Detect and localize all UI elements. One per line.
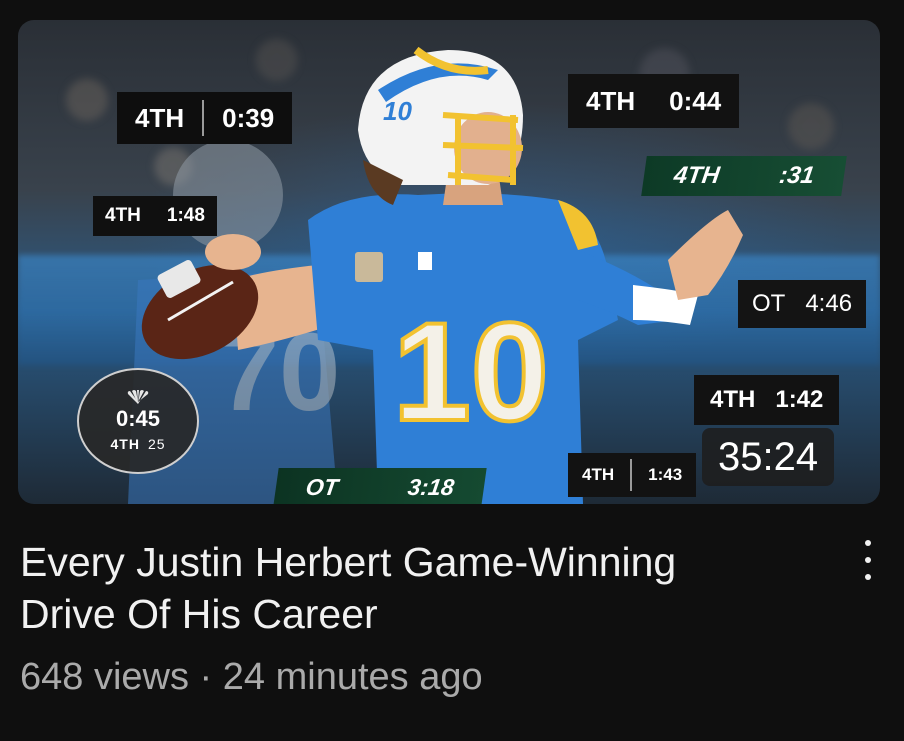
nbc-score-bug: 0:45 4TH 25 <box>77 368 199 474</box>
more-vertical-icon[interactable] <box>858 540 878 580</box>
scoreboard-clock: 3:18 <box>406 473 456 500</box>
scoreboard-clock: 0:39 <box>222 102 275 133</box>
svg-text:10: 10 <box>383 96 412 126</box>
nbc-quarter-row: 4TH 25 <box>110 436 165 452</box>
more-dot <box>865 574 871 580</box>
nbc-quarter: 4TH <box>110 436 140 452</box>
video-duration-badge: 35:24 <box>702 428 835 486</box>
scoreboard-ot-446: OT 4:46 <box>738 280 867 328</box>
scoreboard-quarter: 4TH <box>672 162 722 189</box>
scoreboard-quarter: 4TH <box>710 386 756 413</box>
scoreboard-4th-142: 4TH 1:42 <box>694 375 840 425</box>
nbc-peacock-icon <box>127 390 149 404</box>
scoreboard-quarter: OT <box>752 290 786 317</box>
scoreboard-divider <box>630 459 633 491</box>
scoreboard-4th-039: 4TH 0:39 <box>117 92 293 144</box>
scoreboard-quarter: 4TH <box>105 205 141 226</box>
nbc-play-clock: 25 <box>147 436 166 452</box>
scoreboard-4th-148: 4TH 1:48 <box>93 196 217 236</box>
scoreboard-ot-318: OT 3:18 <box>273 468 487 504</box>
scoreboard-clock: 4:46 <box>805 290 853 317</box>
scoreboard-clock: 1:42 <box>775 386 824 413</box>
view-count: 648 views <box>20 656 189 698</box>
scoreboard-4th-143: 4TH 1:43 <box>568 453 697 497</box>
more-dot <box>865 557 871 563</box>
scoreboard-quarter: 4TH <box>586 85 636 116</box>
svg-text:10: 10 <box>393 293 549 450</box>
scoreboard-4th-031: 4TH :31 <box>641 156 847 196</box>
upload-time: 24 minutes ago <box>222 656 483 698</box>
scoreboard-clock: 1:48 <box>166 205 205 226</box>
video-title[interactable]: Every Justin Herbert Game-Winning Drive … <box>20 536 740 640</box>
more-dot <box>865 540 871 546</box>
scoreboard-divider <box>202 100 205 136</box>
scoreboard-4th-044: 4TH 0:44 <box>568 74 740 128</box>
scoreboard-quarter: 4TH <box>135 102 185 133</box>
scoreboard-clock: :31 <box>777 162 816 189</box>
nbc-game-clock: 0:45 <box>115 406 161 431</box>
video-metadata: 648 views · 24 minutes ago <box>20 656 483 699</box>
scoreboard-clock: 1:43 <box>648 465 683 484</box>
meta-separator: · <box>199 656 223 698</box>
scoreboard-quarter: OT <box>304 473 340 500</box>
scoreboard-quarter: 4TH <box>582 465 615 484</box>
scoreboard-clock: 0:44 <box>669 85 722 116</box>
